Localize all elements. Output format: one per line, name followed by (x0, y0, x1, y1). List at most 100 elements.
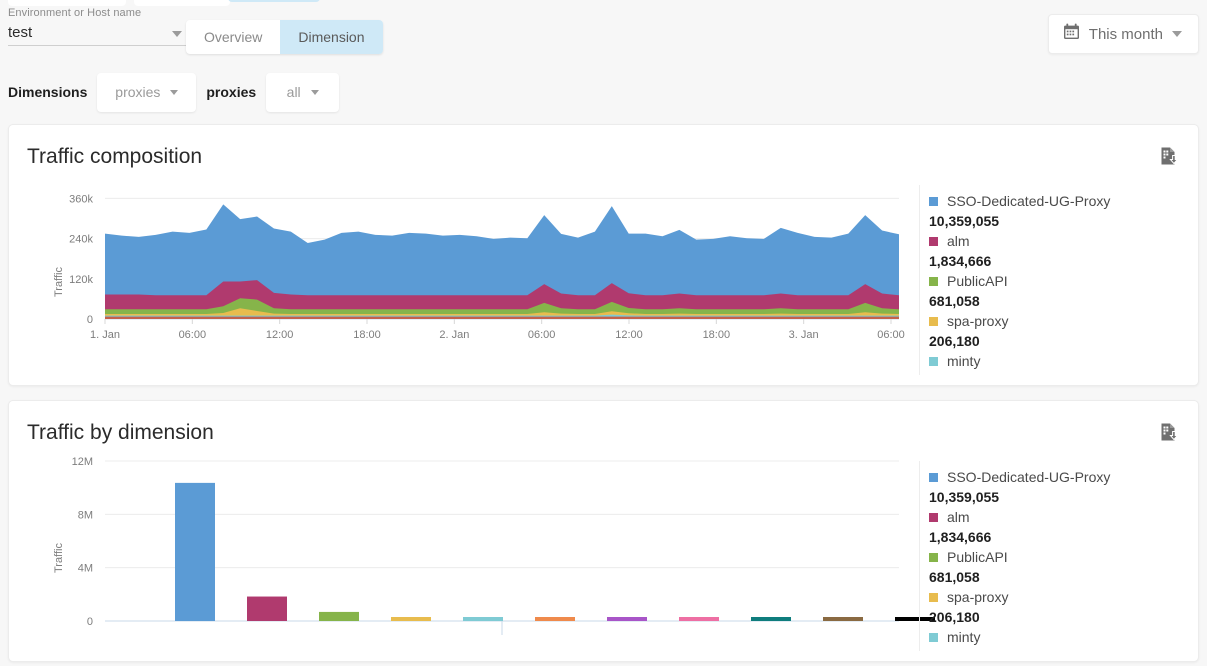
legend-color-swatch (929, 513, 938, 522)
legend-item[interactable]: minty (929, 351, 1191, 371)
legend-item-value: 206,180 (929, 607, 1191, 627)
legend-item-label: alm (947, 233, 970, 249)
legend-item-value: 1,834,666 (929, 251, 1191, 271)
y-axis-tick-label: 240k (69, 234, 93, 246)
legend-item-value: 206,180 (929, 331, 1191, 351)
environment-host-value-row[interactable]: test (8, 22, 186, 46)
legend-item-value: 681,058 (929, 567, 1191, 587)
dimension-selector-value: proxies (115, 84, 160, 100)
top-bar: Environment or Host name test Overview D… (0, 0, 1207, 64)
tab-overview[interactable]: Overview (186, 20, 280, 54)
tab-dimension[interactable]: Dimension (280, 20, 382, 54)
area-series-other (105, 317, 899, 319)
bar-bar-9[interactable] (751, 617, 791, 621)
legend-item-value: 10,359,055 (929, 211, 1191, 231)
legend-item[interactable]: alm (929, 231, 1191, 251)
traffic-composition-panel: Traffic composition Traffic 0 120k 240k 360… (8, 124, 1199, 386)
bar-SSO-Dedicated-UG-Proxy[interactable] (175, 483, 215, 621)
legend-item-label: minty (947, 353, 980, 369)
date-range-label: This month (1089, 26, 1163, 43)
legend-color-swatch (929, 277, 938, 286)
environment-host-select[interactable]: Environment or Host name test (8, 6, 186, 46)
legend-item[interactable]: minty (929, 627, 1191, 647)
legend-item[interactable]: PublicAPI (929, 547, 1191, 567)
environment-host-value: test (8, 22, 186, 44)
legend-item[interactable]: spa-proxy (929, 587, 1191, 607)
y-axis-tick-label: 360k (69, 193, 93, 205)
page-title-traffic-by-dimension: Traffic by dimension (27, 421, 214, 445)
chart-legend-1: SSO-Dedicated-UG-Proxy 10,359,055 alm 1,834… (929, 191, 1191, 371)
bar-spa-proxy[interactable] (391, 617, 431, 621)
dimensions-title: Dimensions (8, 84, 87, 100)
legend-item[interactable]: SSO-Dedicated-UG-Proxy (929, 191, 1191, 211)
y-axis-tick-label: 120k (69, 274, 93, 286)
x-axis-tick-label: 06:00 (179, 329, 207, 341)
x-axis-tick-label: 12:00 (266, 329, 294, 341)
dimensions-toolbar: Dimensions proxies proxies all (0, 66, 339, 118)
legend-item[interactable]: spa-proxy (929, 311, 1191, 331)
legend-item[interactable]: SSO-Dedicated-UG-Proxy (929, 467, 1191, 487)
legend-item-value: 681,058 (929, 291, 1191, 311)
dimension-selector[interactable]: proxies (97, 73, 196, 112)
environment-host-label: Environment or Host name (8, 6, 186, 20)
legend-color-swatch (929, 357, 938, 366)
dimension-static-label: proxies (206, 84, 256, 100)
chevron-down-icon (1172, 31, 1182, 38)
legend-divider-1 (919, 185, 920, 375)
ghost-card-accent (228, 0, 320, 2)
x-axis-tick-label: 06:00 (528, 329, 556, 341)
dimension-filter-selector[interactable]: all (266, 73, 339, 112)
chart-legend-2: SSO-Dedicated-UG-Proxy 10,359,055 alm 1,834… (929, 467, 1191, 647)
y-axis-tick-label: 4M (78, 563, 93, 575)
dimension-filter-value: all (287, 84, 301, 100)
x-axis-tick-label: 2. Jan (439, 329, 469, 341)
legend-item-value: 1,834,666 (929, 527, 1191, 547)
legend-color-swatch (929, 473, 938, 482)
chevron-down-icon (311, 90, 319, 95)
date-range-picker[interactable]: This month (1048, 14, 1199, 54)
legend-color-swatch (929, 237, 938, 246)
x-axis-tick-label: 3. Jan (789, 329, 819, 341)
bar-bar-8[interactable] (679, 617, 719, 621)
page-title-traffic-composition: Traffic composition (27, 145, 202, 169)
legend-item-label: SSO-Dedicated-UG-Proxy (947, 193, 1110, 209)
export-download-icon[interactable] (1156, 419, 1182, 445)
x-axis-tick-label: 06:00 (877, 329, 905, 341)
y-axis-tick-label: 0 (87, 616, 93, 628)
legend-item-value: 10,359,055 (929, 487, 1191, 507)
legend-item-label: spa-proxy (947, 313, 1008, 329)
view-tabs: Overview Dimension (186, 20, 383, 54)
y-axis-tick-label: 12M (72, 456, 93, 468)
x-axis-tick-label: 12:00 (615, 329, 643, 341)
y-axis-label-2: Traffic (53, 543, 65, 573)
bar-bar-7[interactable] (607, 617, 647, 621)
legend-color-swatch (929, 633, 938, 642)
legend-item-label: minty (947, 629, 980, 645)
legend-divider-2 (919, 461, 920, 651)
chevron-down-icon (170, 90, 178, 95)
legend-item-label: SSO-Dedicated-UG-Proxy (947, 469, 1110, 485)
legend-item-label: spa-proxy (947, 589, 1008, 605)
y-axis-label-1: Traffic (53, 267, 65, 297)
x-axis-tick-label: 18:00 (353, 329, 381, 341)
legend-color-swatch (929, 553, 938, 562)
legend-item[interactable]: PublicAPI (929, 271, 1191, 291)
legend-color-swatch (929, 197, 938, 206)
calendar-icon (1063, 23, 1080, 45)
chevron-down-icon (172, 31, 182, 37)
y-axis-tick-label: 0 (87, 314, 93, 326)
bar-alm[interactable] (247, 597, 287, 621)
x-axis-tick-label: 18:00 (703, 329, 731, 341)
bar-PublicAPI[interactable] (319, 612, 359, 621)
legend-color-swatch (929, 593, 938, 602)
export-download-icon[interactable] (1156, 143, 1182, 169)
dashboard-page: Environment or Host name test Overview D… (0, 0, 1207, 666)
legend-item-label: PublicAPI (947, 273, 1008, 289)
bar-minty[interactable] (463, 617, 503, 621)
bar-bar-6[interactable] (535, 617, 575, 621)
legend-item-label: alm (947, 509, 970, 525)
legend-item[interactable]: alm (929, 507, 1191, 527)
bar-bar-10[interactable] (823, 617, 863, 621)
y-axis-tick-label: 8M (78, 509, 93, 521)
traffic-by-dimension-panel: Traffic by dimension Traffic 0 4M 8M 12M SS… (8, 400, 1199, 662)
